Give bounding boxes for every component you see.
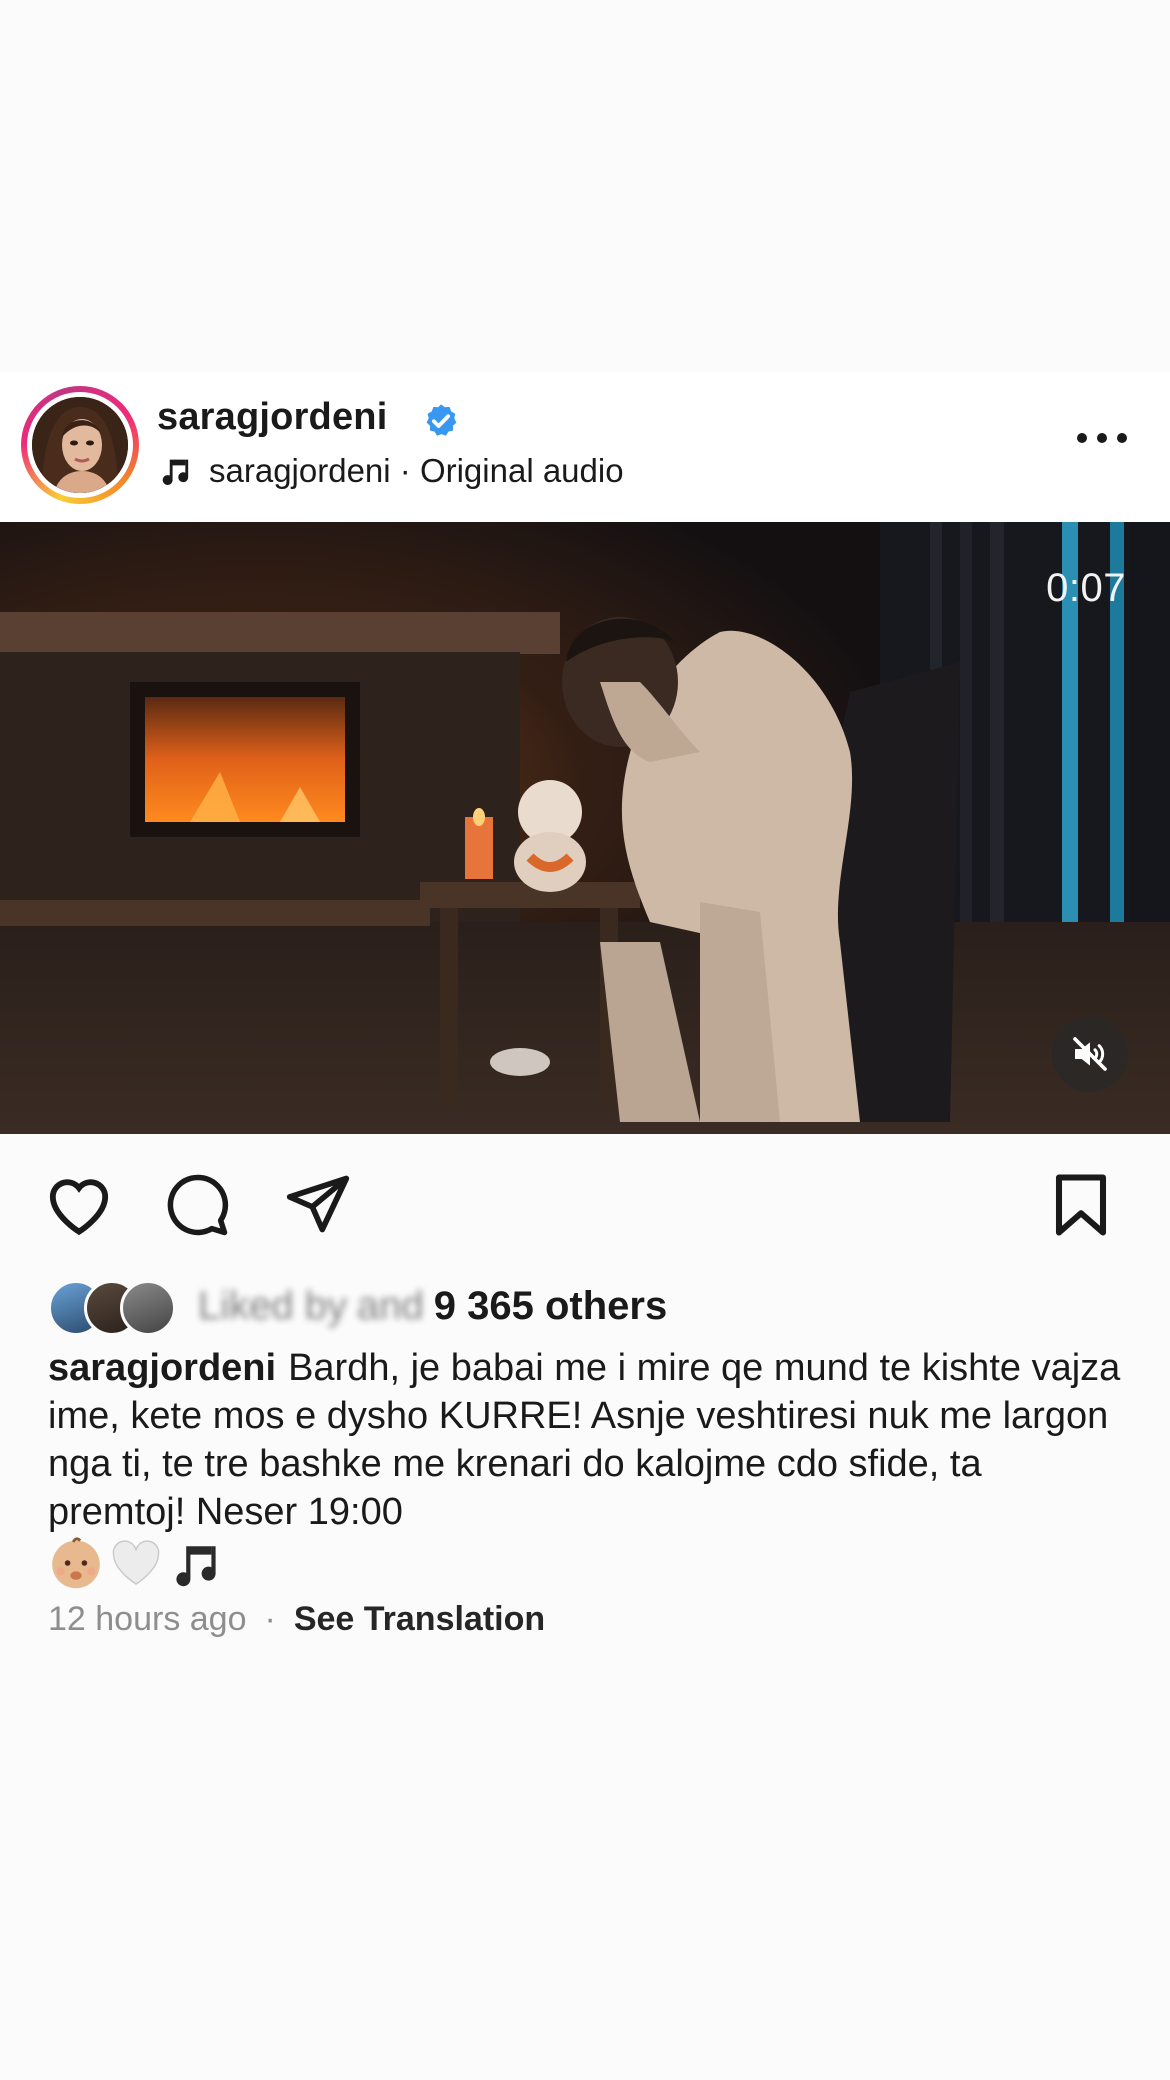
post-meta: 12 hours ago · See Translation: [48, 1600, 545, 1639]
audio-link[interactable]: saragjordeni · Original audio: [157, 452, 624, 490]
story-ring[interactable]: [21, 386, 139, 504]
meta-separator: ·: [264, 1600, 276, 1638]
profile-avatar[interactable]: [32, 397, 128, 493]
post-timestamp: 12 hours ago: [48, 1600, 247, 1638]
post-caption: saragjordeni Bardh, je babai me i mire qe…: [48, 1344, 1128, 1536]
liker-avatars: [48, 1278, 198, 1336]
see-translation-link[interactable]: See Translation: [294, 1600, 545, 1639]
post-video[interactable]: 0:07: [0, 522, 1170, 1134]
action-bar: [0, 1134, 1170, 1274]
post-header: saragjordeni saragjordeni · Original aud…: [0, 372, 1170, 522]
likes-count[interactable]: 9 365 others: [434, 1284, 667, 1329]
more-options-icon[interactable]: [1074, 428, 1130, 448]
send-icon[interactable]: [284, 1172, 352, 1236]
music-note-icon: [162, 459, 189, 485]
bookmark-icon[interactable]: [1052, 1172, 1110, 1238]
caption-username[interactable]: saragjordeni: [48, 1347, 276, 1389]
heart-icon[interactable]: [44, 1172, 114, 1236]
liker-avatar: [120, 1280, 176, 1336]
white-heart-emoji: [112, 1540, 160, 1585]
muted-speaker-icon: [1073, 1037, 1107, 1071]
comment-icon[interactable]: [164, 1172, 230, 1238]
verified-badge-icon: [426, 404, 457, 436]
mute-button[interactable]: [1052, 1016, 1128, 1092]
likes-summary[interactable]: Liked by and 9 365 others: [48, 1278, 667, 1336]
avatar-image: [32, 397, 128, 493]
post-username[interactable]: saragjordeni: [157, 396, 387, 439]
music-note-emoji: [176, 1546, 216, 1587]
video-frame: [0, 522, 1170, 1134]
caption-emojis: [48, 1534, 228, 1592]
video-timer: 0:07: [1046, 566, 1126, 610]
audio-label: saragjordeni · Original audio: [209, 452, 624, 489]
baby-emoji: [52, 1537, 100, 1589]
likes-obscured-text: Liked by: [198, 1283, 347, 1328]
likes-joiner: and: [356, 1283, 424, 1328]
